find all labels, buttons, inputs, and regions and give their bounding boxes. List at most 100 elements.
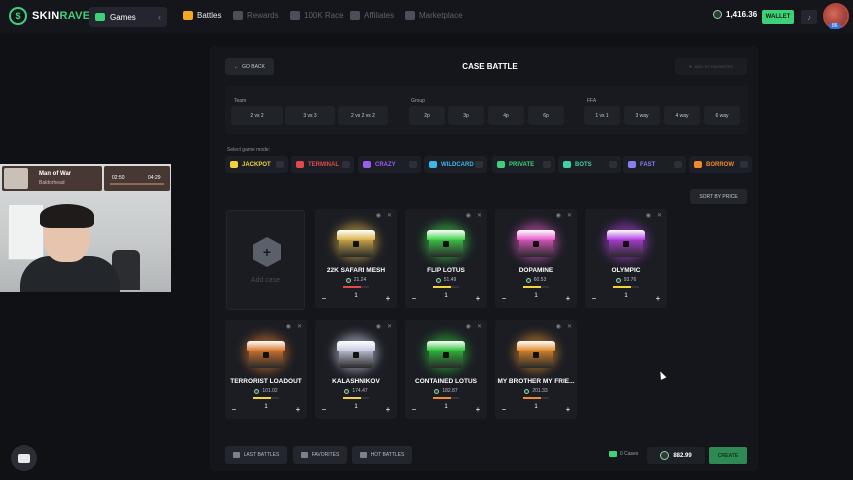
case-quantity[interactable]: 1 [435,404,457,410]
close-icon[interactable]: ✕ [477,323,482,330]
increase-button[interactable]: + [473,404,483,414]
close-icon[interactable]: ✕ [387,323,392,330]
close-icon[interactable]: ✕ [567,212,572,219]
increase-button[interactable]: + [473,293,483,303]
hot-battles-label: HOT BATTLES [370,452,405,458]
case-quantity[interactable]: 1 [615,293,637,299]
decrease-button[interactable]: − [319,404,329,414]
add-case-tile[interactable]: + Add case [226,210,305,310]
game-mode-7[interactable]: BORROW [689,156,752,173]
close-icon[interactable]: ✕ [567,323,572,330]
wallet-button[interactable]: WALLET [762,10,794,24]
mode-icon [628,161,636,168]
case-card[interactable]: ◉ ✕ FLIP LOTUS 51.49 − 1 + [405,209,487,308]
option-6way[interactable]: 6 way [704,106,740,125]
mode-toggle[interactable] [740,161,748,168]
decrease-button[interactable]: − [499,293,509,303]
mode-toggle[interactable] [543,161,551,168]
option-4p[interactable]: 4p [488,106,524,125]
create-button[interactable]: CREATE [709,447,747,464]
case-name: FLIP LOTUS [427,267,465,274]
option-2v2[interactable]: 2 vs 2 [231,106,283,125]
option-3v3[interactable]: 3 vs 3 [285,106,335,125]
eye-icon[interactable]: ◉ [466,323,471,330]
go-back-button[interactable]: ← GO BACK [225,58,274,75]
case-quantity[interactable]: 1 [345,293,367,299]
case-card[interactable]: ◉ ✕ KALASHNIKOV 174.47 − 1 + [315,320,397,419]
eye-icon[interactable]: ◉ [556,212,561,219]
increase-button[interactable]: + [383,404,393,414]
option-3way[interactable]: 3 way [624,106,660,125]
mode-toggle[interactable] [674,161,682,168]
case-card[interactable]: ◉ ✕ OLYMPIC 93.76 − 1 + [585,209,667,308]
case-card[interactable]: ◉ ✕ CONTAINED LOTUS 182.87 − 1 + [405,320,487,419]
games-dropdown[interactable]: Games ‹ [89,7,167,27]
level-badge: 86 [829,23,841,29]
case-icon [609,451,617,457]
game-mode-6[interactable]: FAST [623,156,686,173]
nav-battles[interactable]: Battles [183,11,221,20]
option-2v2v2[interactable]: 2 vs 2 vs 2 [338,106,388,125]
game-mode-0[interactable]: JACKPOT [225,156,288,173]
eye-icon[interactable]: ◉ [376,212,381,219]
case-card[interactable]: ◉ ✕ DOPAMINE 60.53 − 1 + [495,209,577,308]
case-price-value: 21.24 [353,277,367,283]
game-mode-4[interactable]: PRIVATE [492,156,555,173]
decrease-button[interactable]: − [319,293,329,303]
cases-count-label: 0 Cases [620,451,639,457]
game-mode-5[interactable]: BOTS [558,156,621,173]
option-2p[interactable]: 2p [409,106,445,125]
increase-button[interactable]: + [653,293,663,303]
bell-icon[interactable]: ♪ [801,10,817,24]
case-card[interactable]: ◉ ✕ TERRORIST LOADOUT 101.02 − 1 + [225,320,307,419]
add-favorites-button[interactable]: ♥ ADD TO FAVORITES [675,58,747,75]
case-card[interactable]: ◉ ✕ MY BROTHER MY FRIE... 201.33 − 1 + [495,320,577,419]
decrease-button[interactable]: − [229,404,239,414]
eye-icon[interactable]: ◉ [376,323,381,330]
mode-toggle[interactable] [475,161,483,168]
close-icon[interactable]: ✕ [387,212,392,219]
increase-button[interactable]: + [563,293,573,303]
mode-toggle[interactable] [276,161,284,168]
increase-button[interactable]: + [293,404,303,414]
decrease-button[interactable]: − [409,404,419,414]
mode-toggle[interactable] [609,161,617,168]
case-quantity[interactable]: 1 [525,293,547,299]
option-6p[interactable]: 6p [528,106,564,125]
option-4way[interactable]: 4 way [664,106,700,125]
decrease-button[interactable]: − [499,404,509,414]
case-quantity[interactable]: 1 [255,404,277,410]
close-icon[interactable]: ✕ [297,323,302,330]
game-mode-3[interactable]: WILDCARD [424,156,487,173]
sort-by-price-button[interactable]: SORT BY PRICE [690,189,747,204]
eye-icon[interactable]: ◉ [286,323,291,330]
favorites-button[interactable]: FAVORITES [293,446,347,464]
game-mode-1[interactable]: TERMINAL [291,156,354,173]
nav-marketplace[interactable]: Marketplace [405,11,463,20]
hot-battles-button[interactable]: HOT BATTLES [352,446,412,464]
increase-button[interactable]: + [383,293,393,303]
last-battles-button[interactable]: LAST BATTLES [225,446,287,464]
mode-toggle[interactable] [409,161,417,168]
logo[interactable]: $ SKINRAVE [9,7,90,25]
option-1v1[interactable]: 1 vs 1 [584,106,620,125]
nav-affiliates[interactable]: Affiliates [350,11,394,20]
option-3p[interactable]: 3p [448,106,484,125]
case-card[interactable]: ◉ ✕ 22K SAFARI MESH 21.24 − 1 + [315,209,397,308]
eye-icon[interactable]: ◉ [556,323,561,330]
nav-rewards[interactable]: Rewards [233,11,279,20]
nav-race[interactable]: 100K Race [290,11,344,20]
case-quantity[interactable]: 1 [525,404,547,410]
case-quantity[interactable]: 1 [345,404,367,410]
game-mode-2[interactable]: CRAZY [358,156,421,173]
increase-button[interactable]: + [563,404,573,414]
eye-icon[interactable]: ◉ [646,212,651,219]
chat-button[interactable] [11,445,37,471]
decrease-button[interactable]: − [589,293,599,303]
decrease-button[interactable]: − [409,293,419,303]
close-icon[interactable]: ✕ [657,212,662,219]
mode-toggle[interactable] [342,161,350,168]
close-icon[interactable]: ✕ [477,212,482,219]
eye-icon[interactable]: ◉ [466,212,471,219]
case-quantity[interactable]: 1 [435,293,457,299]
